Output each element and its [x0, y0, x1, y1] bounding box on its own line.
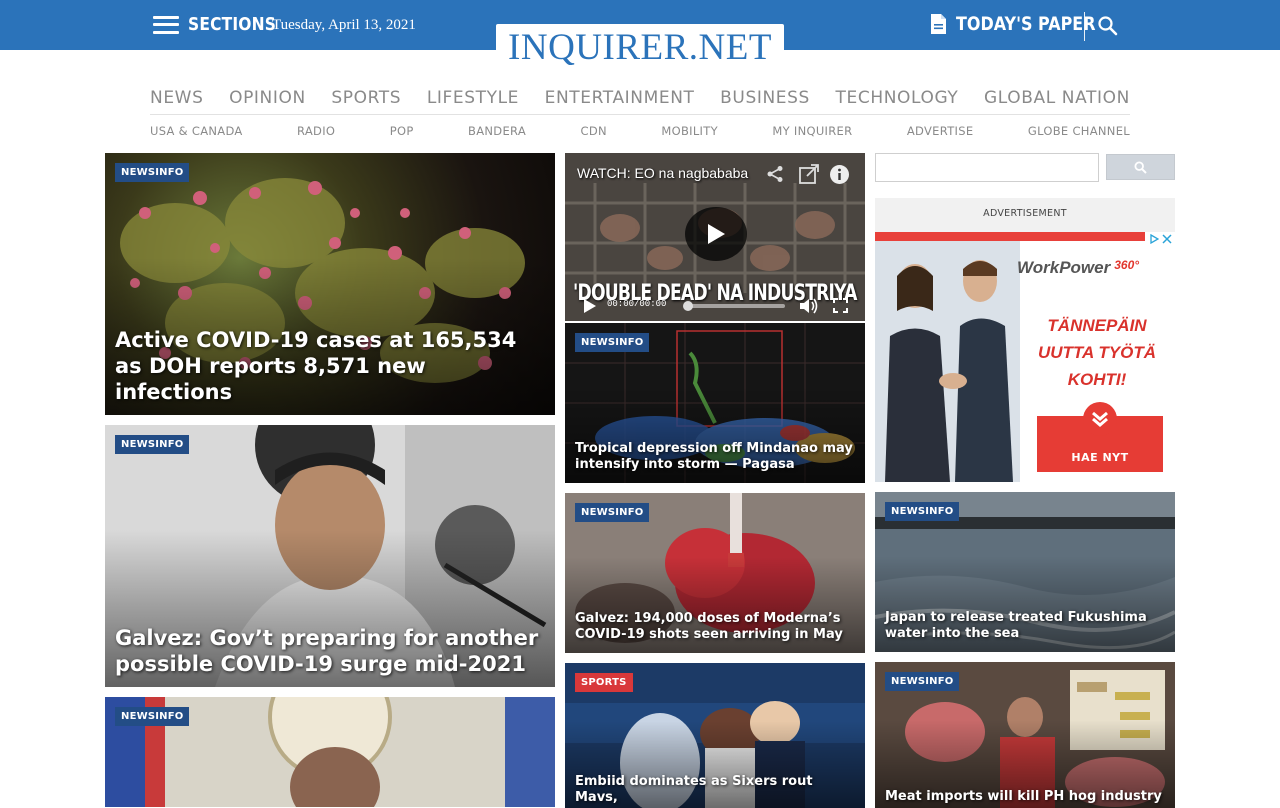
sections-label: SECTIONS — [188, 14, 277, 35]
info-icon[interactable] — [829, 164, 850, 185]
close-icon[interactable] — [1161, 234, 1172, 244]
todays-paper-link[interactable]: TODAY'S PAPER — [930, 13, 1122, 35]
search-input[interactable] — [875, 153, 1099, 182]
nav-entertainment[interactable]: ENTERTAINMENT — [545, 88, 695, 108]
subnav-pop[interactable]: POP — [390, 124, 414, 138]
story-headline[interactable]: Active COVID-19 cases at 165,534 as DOH … — [115, 327, 545, 405]
category-badge[interactable]: NEWSINFO — [115, 435, 190, 454]
ad-banner[interactable]: WorkPower 360° TÄNNEPÄIN UUTTA TYÖTÄ KOHT… — [875, 232, 1175, 482]
story-headline[interactable]: Embiid dominates as Sixers rout Mavs, — [575, 774, 855, 806]
play-button[interactable] — [685, 207, 747, 261]
ad-brand-name: WorkPower — [1017, 258, 1111, 277]
ad-tagline-line: TÄNNEPÄIN — [1047, 316, 1147, 335]
category-badge[interactable]: NEWSINFO — [115, 707, 190, 726]
category-badge[interactable]: NEWSINFO — [885, 502, 960, 521]
search-icon[interactable] — [1097, 15, 1119, 37]
volume-icon[interactable] — [799, 297, 819, 315]
story-card[interactable]: NEWSINFO Galvez: Gov’t preparing for ano… — [105, 425, 555, 687]
nav-sports[interactable]: SPORTS — [331, 88, 401, 108]
header-divider — [1084, 12, 1085, 41]
ad-tagline-line: UUTTA TYÖTÄ — [1037, 343, 1157, 362]
share-icon[interactable] — [766, 165, 784, 183]
ad-cta-label: HAE NYT — [1071, 451, 1129, 464]
subnav-usa-canada[interactable]: USA & CANADA — [150, 124, 243, 138]
story-headline[interactable]: Tropical depression off Mindanao may int… — [575, 441, 855, 473]
story-card[interactable]: NEWSINFO Japan to release treated Fukush… — [875, 492, 1175, 652]
search-icon — [1134, 160, 1147, 174]
ad-handshake-photo — [875, 241, 1020, 482]
story-card[interactable]: NEWSINFO Meat imports will kill PH hog i… — [875, 662, 1175, 808]
category-badge[interactable]: NEWSINFO — [575, 333, 650, 352]
video-scrubber[interactable] — [683, 301, 693, 311]
nav-opinion[interactable]: OPINION — [229, 88, 306, 108]
ad-cta-button[interactable]: HAE NYT — [1037, 402, 1163, 472]
story-headline[interactable]: Meat imports will kill PH hog industry — [885, 789, 1165, 805]
subnav-advertise[interactable]: ADVERTISE — [907, 124, 974, 138]
subnav-radio[interactable]: RADIO — [297, 124, 335, 138]
advertisement: ADVERTISEMENT WorkPower 360° TÄNNEPÄIN UU… — [875, 198, 1175, 482]
category-badge[interactable]: NEWSINFO — [115, 163, 190, 182]
ad-top-stripe — [875, 232, 1175, 241]
subnav-mobility[interactable]: MOBILITY — [661, 124, 718, 138]
video-time: 00:00/00:00 — [607, 299, 667, 309]
subnav-my-inquirer[interactable]: MY INQUIRER — [772, 124, 852, 138]
subnav-globe-channel[interactable]: GLOBE CHANNEL — [1028, 124, 1130, 138]
adchoices-icon[interactable] — [1145, 232, 1175, 246]
fullscreen-icon[interactable] — [833, 298, 848, 313]
video-controls: 00:00/00:00 — [565, 291, 865, 321]
ad-tagline-line: KOHTI! — [1067, 370, 1127, 389]
search-button[interactable] — [1106, 154, 1175, 180]
current-date: Tuesday, April 13, 2021 — [272, 17, 416, 33]
story-headline[interactable]: Galvez: Gov’t preparing for another poss… — [115, 625, 545, 677]
story-headline[interactable]: Galvez: 194,000 doses of Moderna’s COVID… — [575, 611, 855, 643]
category-badge[interactable]: NEWSINFO — [575, 503, 650, 522]
nav-news[interactable]: NEWS — [150, 88, 203, 108]
hamburger-icon — [153, 15, 179, 34]
story-card[interactable]: NEWSINFO Galvez: 194,000 doses of Modern… — [565, 493, 865, 653]
category-badge[interactable]: NEWSINFO — [885, 672, 960, 691]
video-player[interactable]: WATCH: EO na nagbababa 'DOUBLE DEAD' NA … — [565, 153, 865, 321]
story-headline[interactable]: Japan to release treated Fukushima water… — [885, 610, 1165, 642]
ad-brand: WorkPower 360° — [1017, 258, 1139, 278]
story-card[interactable]: SPORTS Embiid dominates as Sixers rout M… — [565, 663, 865, 808]
external-link-icon[interactable] — [798, 163, 820, 185]
main-nav: NEWS OPINION SPORTS LIFESTYLE ENTERTAINM… — [150, 88, 1130, 115]
nav-lifestyle[interactable]: LIFESTYLE — [427, 88, 519, 108]
nav-business[interactable]: BUSINESS — [720, 88, 810, 108]
play-icon — [708, 224, 725, 244]
todays-paper-label: TODAY'S PAPER — [956, 13, 1096, 35]
sub-nav: USA & CANADA RADIO POP BANDERA CDN MOBIL… — [150, 124, 1130, 138]
subnav-bandera[interactable]: BANDERA — [468, 124, 526, 138]
subnav-cdn[interactable]: CDN — [581, 124, 607, 138]
story-card[interactable]: NEWSINFO Tropical depression off Mindana… — [565, 323, 865, 483]
nav-technology[interactable]: TECHNOLOGY — [836, 88, 959, 108]
ad-tagline: TÄNNEPÄIN UUTTA TYÖTÄ KOHTI! — [1027, 312, 1167, 393]
category-badge[interactable]: SPORTS — [575, 673, 633, 692]
sections-menu-button[interactable]: SECTIONS — [153, 14, 290, 35]
ad-brand-suffix: 360° — [1114, 258, 1140, 272]
document-icon — [930, 13, 947, 35]
nav-global-nation[interactable]: GLOBAL NATION — [984, 88, 1130, 108]
ad-label: ADVERTISEMENT — [983, 208, 1067, 219]
play-control-icon[interactable] — [583, 298, 597, 314]
logo-text: INQUIRER.NET — [508, 26, 772, 68]
video-title[interactable]: WATCH: EO na nagbababa — [577, 165, 748, 181]
video-progress-bar[interactable] — [685, 304, 785, 308]
story-card[interactable]: NEWSINFO Active COVID-19 cases at 165,53… — [105, 153, 555, 415]
story-card[interactable]: NEWSINFO — [105, 697, 555, 807]
site-logo[interactable]: INQUIRER.NET — [496, 24, 784, 70]
chevron-down-icon — [1083, 402, 1117, 436]
